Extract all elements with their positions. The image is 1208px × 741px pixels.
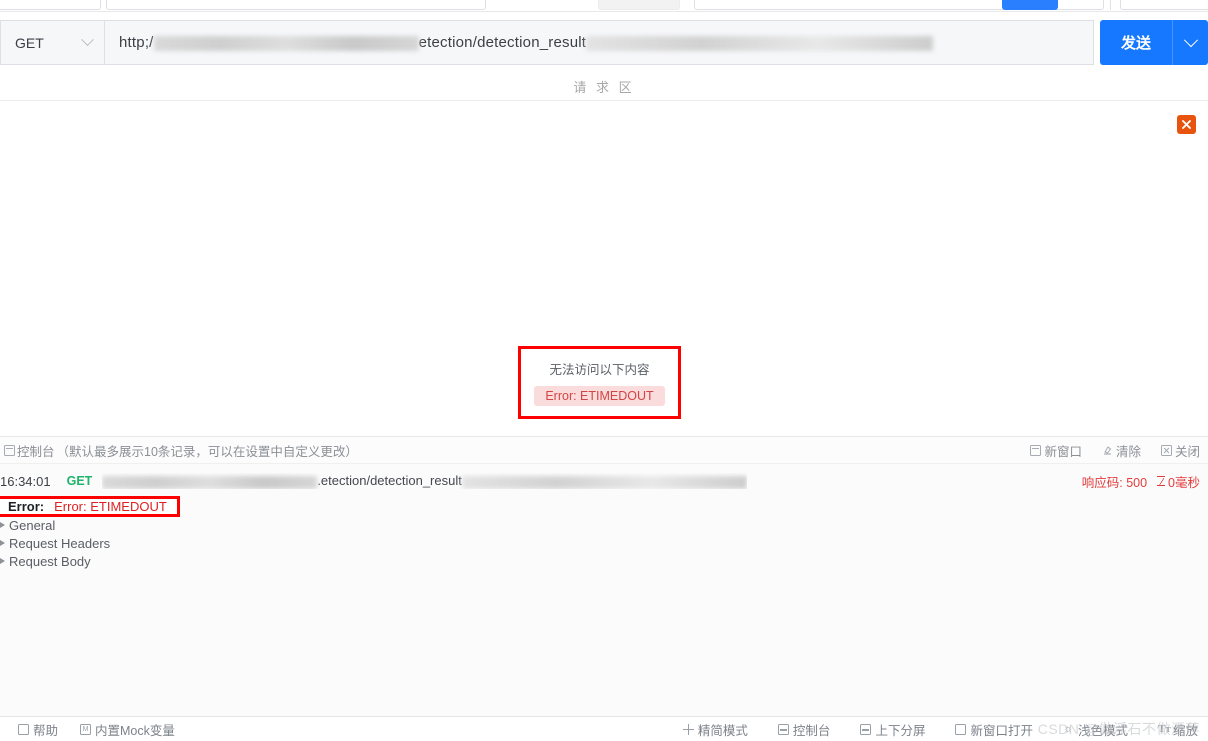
send-button[interactable]: 发送 [1100, 20, 1172, 65]
console-hint: （默认最多展示10条记录，可以在设置中自定义更改） [56, 444, 358, 459]
response-panel: 无法访问以下内容 Error: ETIMEDOUT [0, 101, 1208, 436]
bottom-toolbar-left: 帮助 M 内置Mock变量 [6, 720, 175, 739]
zoom-label: 缩放 [1172, 723, 1198, 738]
chevron-right-icon [0, 558, 5, 564]
console-icon [4, 444, 15, 456]
console-title: 控制台 [17, 444, 55, 459]
console-body: 16:34:01 GET .etection/detection_result … [0, 464, 1208, 716]
console-toggle-button[interactable]: 控制台 [777, 720, 831, 739]
console-close-button[interactable]: 关闭 [1160, 441, 1200, 460]
mock-variables-button[interactable]: M 内置Mock变量 [80, 720, 175, 739]
tree-item-label: Request Headers [9, 535, 111, 551]
console-header: 控制台 （默认最多展示10条记录，可以在设置中自定义更改） 新窗口 清除 关闭 [0, 436, 1208, 464]
help-icon [18, 723, 29, 735]
open-new-window-label: 新窗口打开 [970, 723, 1033, 738]
log-method: GET [66, 474, 93, 488]
log-timestamp: 16:34:01 [0, 473, 51, 489]
log-status-value: 500 [1126, 475, 1148, 490]
response-error-card: 无法访问以下内容 Error: ETIMEDOUT [518, 346, 681, 419]
send-button-group: 发送 [1100, 20, 1208, 65]
split-screen-button[interactable]: 上下分屏 [860, 720, 925, 739]
tree-item-general[interactable]: General [0, 516, 55, 534]
mock-label: 内置Mock变量 [95, 723, 175, 738]
text-size-icon: Tт [1157, 722, 1171, 735]
log-status-label: 响应码: [1081, 475, 1123, 490]
redacted-host [153, 35, 419, 51]
http-method-value: GET [15, 34, 44, 51]
top-field-1[interactable] [0, 0, 101, 10]
tree-item-request-body[interactable]: Request Body [0, 552, 91, 570]
console-close-label: 关闭 [1174, 444, 1200, 459]
url-middle: etection/detection_result [418, 34, 587, 51]
compact-mode-button[interactable]: 精简模式 [682, 720, 748, 739]
tree-item-label: General [9, 517, 56, 533]
redacted-query [461, 475, 747, 489]
redacted-query [586, 35, 934, 51]
log-status: 响应码: 500 0毫秒 [1082, 472, 1200, 491]
chevron-right-icon [0, 540, 5, 546]
chevron-down-icon [81, 33, 94, 47]
log-url: .etection/detection_result [102, 473, 747, 489]
compact-mode-label: 精简模式 [697, 723, 748, 738]
request-area-label: 请 求 区 [573, 79, 635, 95]
split-screen-label: 上下分屏 [875, 723, 926, 738]
response-error-title: 无法访问以下内容 [549, 363, 650, 377]
clear-icon [1102, 445, 1113, 456]
console-icon [777, 723, 789, 735]
log-url-visible: .etection/detection_result [317, 473, 462, 489]
request-url-row: GET http;/ etection/detection_result 发送 [0, 20, 1208, 65]
tree-item-label: Request Body [9, 553, 91, 569]
url-prefix: http;/ [119, 34, 154, 51]
console-new-window-label: 新窗口 [1044, 444, 1082, 459]
sun-icon: ☼ [1062, 722, 1074, 735]
help-button[interactable]: 帮助 [18, 720, 58, 739]
bottom-toolbar: 帮助 M 内置Mock变量 精简模式 控制台 上下分屏 新窗口打开 ☼ 浅色模式… [0, 716, 1208, 741]
log-duration-value: 0毫秒 [1168, 475, 1200, 490]
zoom-button[interactable]: Tт 缩放 [1158, 720, 1198, 739]
http-method-select[interactable]: GET [0, 20, 104, 65]
close-icon [1160, 444, 1172, 456]
redacted-host [102, 475, 318, 489]
console-log-row[interactable]: 16:34:01 GET .etection/detection_result … [0, 470, 1208, 492]
top-cutoff-strip [0, 0, 1208, 12]
url-input[interactable]: http;/ etection/detection_result [104, 20, 1094, 65]
api-client-window: GET http;/ etection/detection_result 发送 请… [0, 0, 1208, 741]
console-new-window-button[interactable]: 新窗口 [1030, 441, 1082, 460]
top-divider [1110, 0, 1111, 10]
top-field-5[interactable] [1120, 0, 1208, 10]
console-toggle-label: 控制台 [792, 723, 831, 738]
help-label: 帮助 [33, 723, 59, 738]
open-new-window-button[interactable]: 新窗口打开 [955, 720, 1033, 739]
hourglass-icon [1157, 476, 1166, 486]
light-mode-label: 浅色模式 [1077, 723, 1128, 738]
console-clear-label: 清除 [1115, 444, 1141, 459]
send-options-button[interactable] [1173, 20, 1208, 65]
top-field-2[interactable] [106, 0, 486, 10]
console-header-left: 控制台 （默认最多展示10条记录，可以在设置中自定义更改） [4, 441, 358, 460]
compact-mode-icon [682, 723, 694, 735]
response-error-badge: Error: ETIMEDOUT [534, 386, 665, 406]
console-clear-button[interactable]: 清除 [1102, 441, 1141, 460]
console-header-actions: 新窗口 清除 关闭 [1030, 441, 1200, 460]
chevron-down-icon [1183, 32, 1198, 47]
log-status-code: 响应码: 500 [1082, 472, 1147, 491]
console-error-row: Error: Error: ETIMEDOUT [0, 496, 180, 517]
split-screen-icon [860, 723, 872, 735]
tree-item-request-headers[interactable]: Request Headers [0, 534, 110, 552]
new-window-icon [1030, 444, 1042, 456]
top-field-3[interactable] [598, 0, 680, 10]
console-error-value: Error: ETIMEDOUT [54, 499, 167, 514]
console-error-label: Error: [8, 499, 45, 514]
log-duration: 0毫秒 [1157, 472, 1200, 491]
new-window-icon [955, 723, 967, 735]
bottom-toolbar-right: 精简模式 控制台 上下分屏 新窗口打开 ☼ 浅色模式 Tт 缩放 [682, 720, 1202, 739]
light-mode-button[interactable]: ☼ 浅色模式 [1063, 720, 1128, 739]
close-icon[interactable] [1177, 115, 1196, 134]
top-primary-button[interactable] [1002, 0, 1058, 10]
url-text: http;/ etection/detection_result [119, 34, 934, 51]
chevron-right-icon [0, 522, 5, 528]
mock-icon: M [80, 723, 92, 735]
